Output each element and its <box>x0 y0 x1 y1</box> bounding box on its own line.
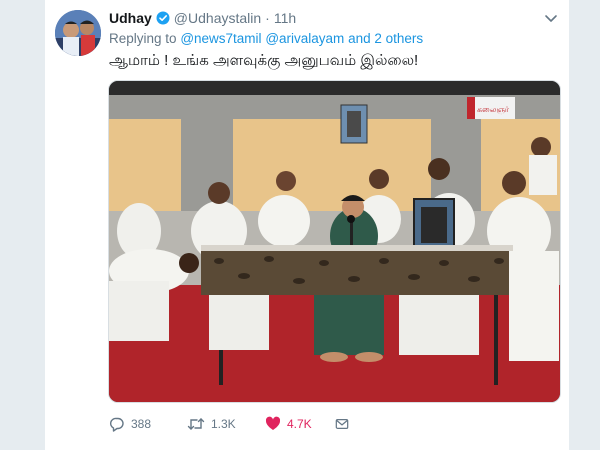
reply-mention-news7tamil[interactable]: @news7tamil <box>180 31 261 46</box>
direct-message-button[interactable] <box>335 416 355 432</box>
retweet-count: 1.3K <box>211 417 236 431</box>
reply-button[interactable]: 388 <box>109 416 187 432</box>
like-count: 4.7K <box>287 417 312 431</box>
reply-icon <box>109 417 124 432</box>
tweet-actions: 388 1.3K 4.7K <box>109 414 355 434</box>
page: Udhay @Udhaystalin · 11h Replying to @ne… <box>0 0 600 450</box>
tweet-text: ஆமாம் ! உங்க அளவுக்கு அனுபவம் இல்லை! <box>109 52 419 69</box>
page-background-strip <box>570 0 600 450</box>
heart-icon <box>265 416 281 430</box>
replying-to: Replying to @news7tamil @arivalayam and … <box>109 31 423 46</box>
verified-badge-icon <box>156 11 170 25</box>
retweet-button[interactable]: 1.3K <box>187 416 265 432</box>
display-name[interactable]: Udhay <box>109 10 152 26</box>
retweet-icon <box>187 418 205 430</box>
user-handle[interactable]: @Udhaystalin <box>174 10 261 26</box>
chevron-down-icon[interactable] <box>543 10 559 26</box>
reply-mention-others[interactable]: and 2 others <box>348 31 423 46</box>
tweet-media-video[interactable]: கலைஞர் <box>108 80 561 403</box>
avatar[interactable] <box>55 10 101 56</box>
direct-message-icon <box>335 419 349 429</box>
reply-mention-arivalayam[interactable]: @arivalayam <box>265 31 344 46</box>
banner-text: கலைஞர் <box>477 105 510 115</box>
like-button[interactable]: 4.7K <box>265 416 335 432</box>
separator-dot: · <box>265 10 270 26</box>
tweet-card[interactable]: Udhay @Udhaystalin · 11h Replying to @ne… <box>44 0 570 450</box>
reply-count: 388 <box>131 417 152 431</box>
tweet-header: Udhay @Udhaystalin · 11h <box>109 9 296 27</box>
tweet-timestamp[interactable]: 11h <box>274 10 296 26</box>
replying-to-label: Replying to <box>109 31 177 46</box>
